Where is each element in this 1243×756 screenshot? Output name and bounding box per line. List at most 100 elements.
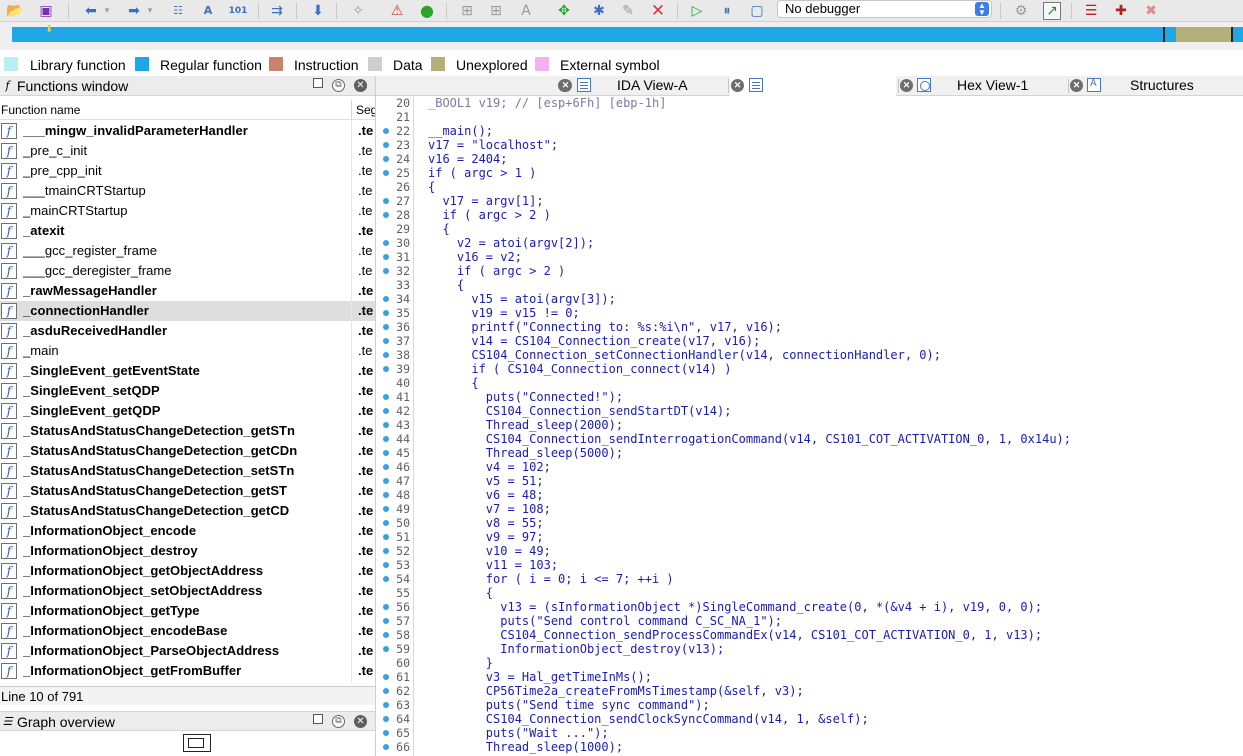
maximize-icon[interactable]: [313, 714, 323, 724]
code-line[interactable]: 64 CS104_Connection_sendClockSyncCommand…: [376, 712, 1243, 726]
maximize-icon[interactable]: [313, 78, 323, 88]
tool-icon[interactable]: ✥: [555, 2, 573, 20]
code-line[interactable]: 24 v16 = 2404;: [376, 152, 1243, 166]
code-line[interactable]: 23 v17 = "localhost";: [376, 138, 1243, 152]
code-line[interactable]: 20 _BOOL1 v19; // [esp+6Fh] [ebp-1h]: [376, 96, 1243, 110]
graph-icon[interactable]: ⊞: [487, 2, 505, 20]
functions-list[interactable]: f ___mingw_invalidParameterHandler .te f _pr…: [0, 121, 375, 683]
function-row[interactable]: f _asduReceivedHandler .te: [0, 321, 375, 341]
restore-icon[interactable]: ⧉: [332, 715, 345, 728]
function-row[interactable]: f _InformationObject_getObjectAddress .te: [0, 561, 375, 581]
function-row[interactable]: f _main .te: [0, 341, 375, 361]
code-line[interactable]: 44 CS104_Connection_sendInterrogationCom…: [376, 432, 1243, 446]
code-line[interactable]: 34 v15 = atoi(argv[3]);: [376, 292, 1243, 306]
code-line[interactable]: 39 if ( CS104_Connection_connect(v14) ): [376, 362, 1243, 376]
stop-icon[interactable]: ▢: [748, 2, 766, 20]
code-line[interactable]: 63 puts("Send time sync command");: [376, 698, 1243, 712]
code-line[interactable]: 54 for ( i = 0; i <= 7; ++i ): [376, 572, 1243, 586]
code-line[interactable]: 57 puts("Send control command C_SC_NA_1"…: [376, 614, 1243, 628]
code-line[interactable]: 61 v3 = Hal_getTimeInMs();: [376, 670, 1243, 684]
code-line[interactable]: 60 }: [376, 656, 1243, 670]
code-line[interactable]: 40 {: [376, 376, 1243, 390]
pause-icon[interactable]: ⏸: [718, 2, 736, 20]
open-icon[interactable]: 📂: [6, 2, 24, 20]
close-icon[interactable]: ✕: [354, 79, 367, 92]
function-row[interactable]: f _InformationObject_encodeBase .te: [0, 621, 375, 641]
binary-icon[interactable]: ☷: [169, 2, 187, 20]
search-icon[interactable]: ✧: [349, 2, 367, 20]
function-row[interactable]: f _StatusAndStatusChangeDetection_getCDn.…: [0, 441, 375, 461]
function-row[interactable]: f _mainCRTStartup .te: [0, 201, 375, 221]
function-row[interactable]: f ___mingw_invalidParameterHandler .te: [0, 121, 375, 141]
code-line[interactable]: 36 printf("Connecting to: %s:%i\n", v17,…: [376, 320, 1243, 334]
back-dropdown-icon[interactable]: ▾: [98, 2, 116, 20]
function-row[interactable]: f _InformationObject_destroy .te: [0, 541, 375, 561]
stack-icon[interactable]: ☰: [1082, 2, 1100, 20]
code-line[interactable]: 30 v2 = atoi(argv[2]);: [376, 236, 1243, 250]
tab-ida-view-a-body[interactable]: ✕ IDA View-A: [556, 76, 726, 96]
text-plus-icon[interactable]: 𝖠: [517, 2, 535, 20]
code-line[interactable]: 37 v14 = CS104_Connection_create(v17, v1…: [376, 334, 1243, 348]
forward-dropdown-icon[interactable]: ▾: [141, 2, 159, 20]
terminal-icon[interactable]: ↗: [1043, 2, 1061, 20]
debugger-select[interactable]: No debugger ▲ ▼: [777, 0, 992, 18]
function-row[interactable]: f _rawMessageHandler .te: [0, 281, 375, 301]
plus-icon[interactable]: ⊞: [458, 2, 476, 20]
code-line[interactable]: 66 Thread_sleep(1000);: [376, 740, 1243, 754]
column-divider[interactable]: [351, 100, 352, 120]
close-icon[interactable]: ✕: [354, 715, 367, 728]
code-line[interactable]: 43 Thread_sleep(2000);: [376, 418, 1243, 432]
pseudocode-view[interactable]: 20 _BOOL1 v19; // [esp+6Fh] [ebp-1h] 21 22 _…: [376, 96, 1243, 756]
download-icon[interactable]: ⬇: [309, 2, 327, 20]
graph-overview-thumbnail[interactable]: [183, 734, 211, 752]
function-row[interactable]: f _atexit .te: [0, 221, 375, 241]
code-line[interactable]: 53 v11 = 103;: [376, 558, 1243, 572]
code-line[interactable]: 55 {: [376, 586, 1243, 600]
gear-icon[interactable]: ✱: [590, 2, 608, 20]
code-line[interactable]: 41 puts("Connected!");: [376, 390, 1243, 404]
clear-breakpoint-icon[interactable]: ✖: [1142, 2, 1160, 20]
function-row[interactable]: f ___gcc_deregister_frame .te: [0, 261, 375, 281]
code-line[interactable]: 33 {: [376, 278, 1243, 292]
navigation-bar[interactable]: [12, 27, 1243, 42]
function-row[interactable]: f _InformationObject_encode .te: [0, 521, 375, 541]
tab-structures[interactable]: ✕ Structures: [1070, 76, 1243, 96]
tab-hex-view-1[interactable]: ✕ Hex View-1: [900, 76, 1068, 96]
function-row[interactable]: f _StatusAndStatusChangeDetection_getSTn.…: [0, 421, 375, 441]
debug-icon[interactable]: ⚙: [1012, 2, 1030, 20]
function-row[interactable]: f _StatusAndStatusChangeDetection_setSTn.…: [0, 461, 375, 481]
edit-icon[interactable]: ✎: [619, 2, 637, 20]
run-icon[interactable]: ●: [418, 2, 436, 20]
save-icon[interactable]: ▣: [37, 2, 55, 20]
code-line[interactable]: 58 CS104_Connection_sendProcessCommandEx…: [376, 628, 1243, 642]
code-line[interactable]: 45 Thread_sleep(5000);: [376, 446, 1243, 460]
function-row[interactable]: f _pre_cpp_init .te: [0, 161, 375, 181]
tab-pseudocode[interactable]: ✕: [730, 76, 896, 96]
code-line[interactable]: 29 {: [376, 222, 1243, 236]
code-line[interactable]: 62 CP56Time2a_createFromMsTimestamp(&sel…: [376, 684, 1243, 698]
function-row[interactable]: f _StatusAndStatusChangeDetection_getCD .t…: [0, 501, 375, 521]
code-line[interactable]: 35 v19 = v15 != 0;: [376, 306, 1243, 320]
column-function-name[interactable]: Function name: [1, 103, 80, 117]
restore-icon[interactable]: ⧉: [332, 79, 345, 92]
code-line[interactable]: 22 __main();: [376, 124, 1243, 138]
code-line[interactable]: 47 v5 = 51;: [376, 474, 1243, 488]
function-row[interactable]: f ___tmainCRTStartup .te: [0, 181, 375, 201]
function-row[interactable]: f _InformationObject_ParseObjectAddress .t…: [0, 641, 375, 661]
function-row[interactable]: f _SingleEvent_getEventState .te: [0, 361, 375, 381]
function-row[interactable]: f _SingleEvent_getQDP .te: [0, 401, 375, 421]
code-line[interactable]: 21: [376, 110, 1243, 124]
breakpoint-icon[interactable]: ✚: [1112, 2, 1130, 20]
code-line[interactable]: 52 v10 = 49;: [376, 544, 1243, 558]
jump-icon[interactable]: ⇉: [268, 2, 286, 20]
function-row[interactable]: f _connectionHandler .te: [0, 301, 375, 321]
tab-ida-view-a[interactable]: ✕: [376, 76, 571, 96]
tab-close-icon[interactable]: ✕: [731, 79, 744, 92]
function-row[interactable]: f _InformationObject_getType .te: [0, 601, 375, 621]
code-line[interactable]: 42 CS104_Connection_sendStartDT(v14);: [376, 404, 1243, 418]
function-row[interactable]: f ___gcc_register_frame .te: [0, 241, 375, 261]
code-line[interactable]: 27 v17 = argv[1];: [376, 194, 1243, 208]
text-icon[interactable]: A: [199, 2, 217, 20]
code-line[interactable]: 26 {: [376, 180, 1243, 194]
function-row[interactable]: f _InformationObject_getFromBuffer .te: [0, 661, 375, 681]
